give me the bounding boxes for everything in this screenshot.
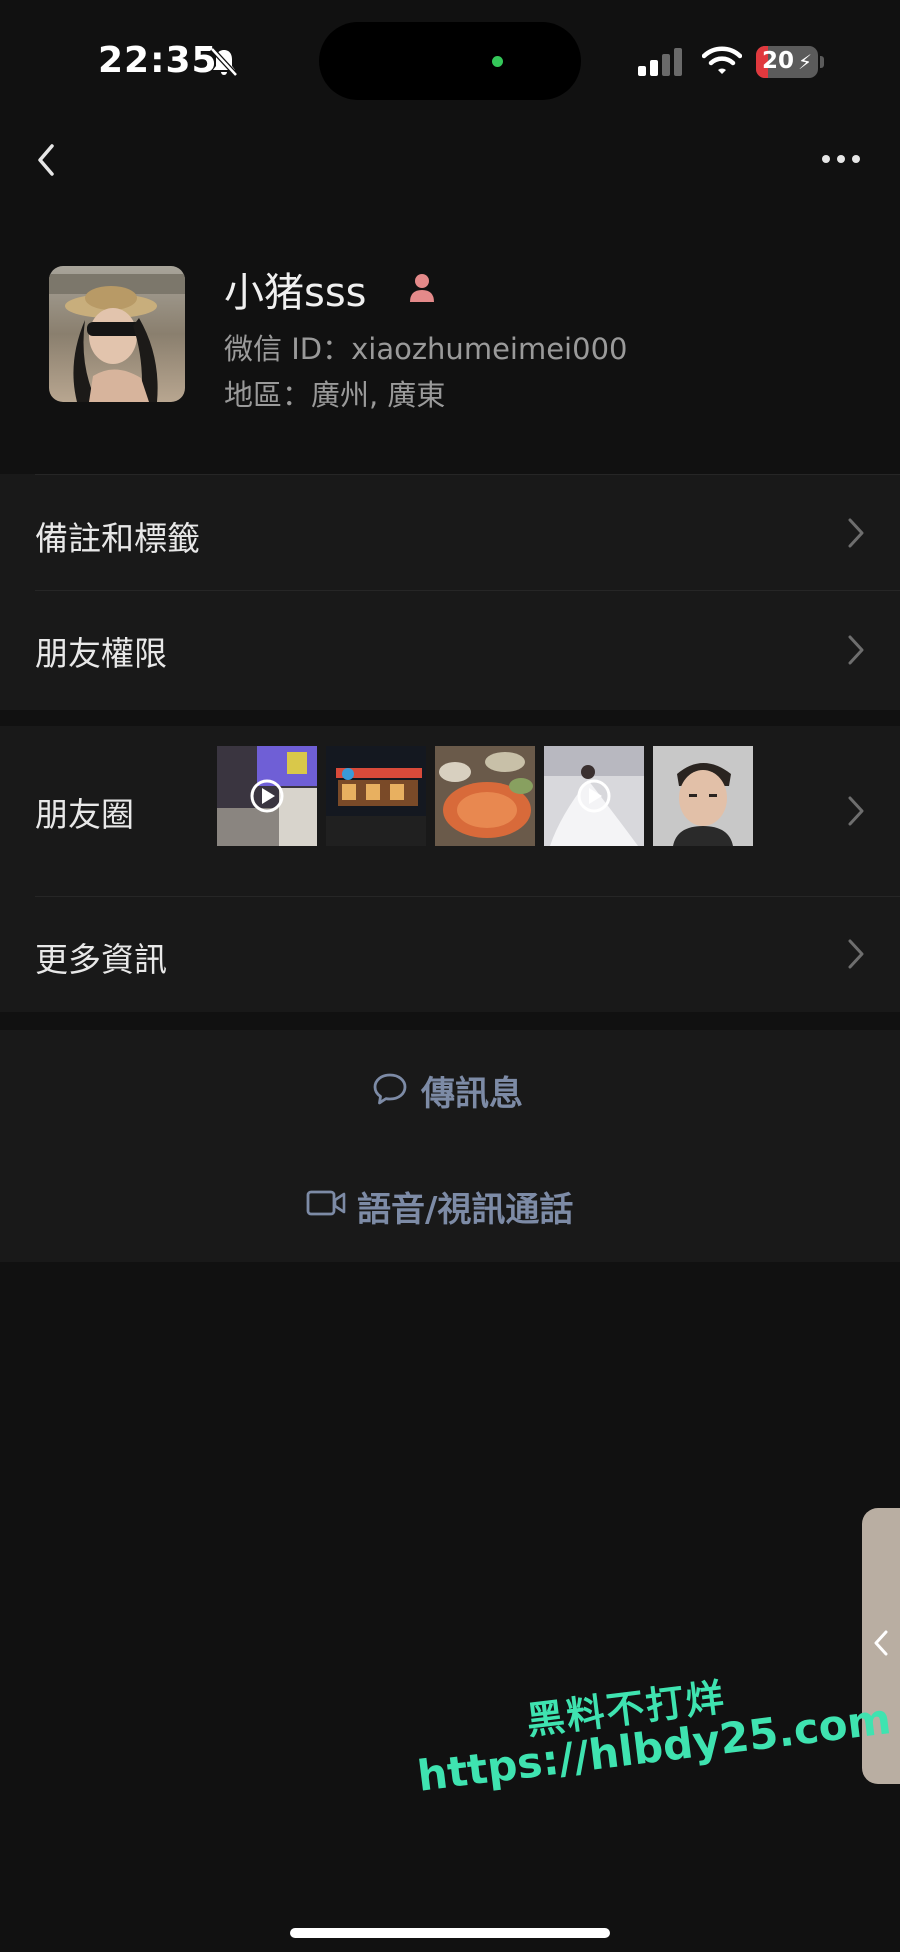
region: 地區：廣州, 廣東 [224,378,446,412]
row-more-info[interactable]: 更多資訊 [0,897,900,1012]
moments-thumb-1 [217,746,317,846]
row-label: 更多資訊 [35,940,167,979]
send-message-button[interactable]: 傳訊息 [0,1034,900,1144]
chevron-right-icon [848,635,864,665]
voice-video-call-button[interactable]: 語音/視訊通話 [0,1150,900,1260]
bolt-icon: ⚡ [797,50,812,74]
voice-video-call-label: 語音/視訊通話 [357,1190,574,1230]
row-label: 朋友圈 [35,795,134,834]
side-drawer-handle[interactable] [862,1508,900,1784]
row-label: 朋友權限 [35,634,167,673]
chat-bubble-icon [373,1073,407,1105]
status-bar: 22:35 20 ⚡ [0,0,900,120]
row-remarks-tags[interactable]: 備註和標籤 [0,474,900,590]
status-time: 22:35 [98,40,218,81]
row-friend-permissions[interactable]: 朋友權限 [0,591,900,709]
watermark-url: https://hlbdy25.com [414,1694,894,1801]
moments-thumb-3 [435,746,535,846]
wechat-id: 微信 ID：xiaozhumeimei000 [224,332,628,366]
female-icon [405,270,439,308]
battery-tip [820,56,824,68]
camera-indicator-dot [492,56,503,67]
row-label: 備註和標籤 [35,519,200,558]
back-button[interactable] [30,138,70,182]
dynamic-island [319,22,581,100]
info-card: 朋友圈 更多資訊 [0,726,900,1012]
ellipsis-icon [822,155,860,163]
battery-icon: 20 ⚡ [756,46,818,78]
wifi-icon [701,46,743,80]
nav-bar [0,130,900,190]
chevron-left-icon [874,1630,888,1656]
bell-slash-icon [208,46,240,82]
send-message-label: 傳訊息 [421,1074,523,1114]
moments-thumb-4 [544,746,644,846]
watermark: 黑料不打烊 https://hlbdy25.com [408,1642,894,1837]
avatar[interactable] [49,266,185,402]
moments-thumb-2 [326,746,426,846]
row-moments[interactable]: 朋友圈 [0,726,900,896]
profile-header: 小猪sss 微信 ID：xiaozhumeimei000 地區：廣州, 廣東 [0,240,900,470]
home-indicator[interactable] [290,1928,610,1938]
chevron-right-icon [848,796,864,826]
moments-thumb-5 [653,746,753,846]
battery-percent: 20 [762,48,795,74]
video-camera-icon [306,1190,346,1216]
chevron-right-icon [848,939,864,969]
chevron-right-icon [848,518,864,548]
more-button[interactable] [818,144,868,174]
actions-card: 傳訊息 語音/視訊通話 [0,1030,900,1262]
watermark-title: 黑料不打烊 [524,1675,729,1744]
chevron-left-icon [38,144,54,176]
settings-card: 備註和標籤 朋友權限 [0,474,900,710]
profile-name: 小猪sss [224,270,367,316]
cellular-signal-icon [638,48,686,80]
